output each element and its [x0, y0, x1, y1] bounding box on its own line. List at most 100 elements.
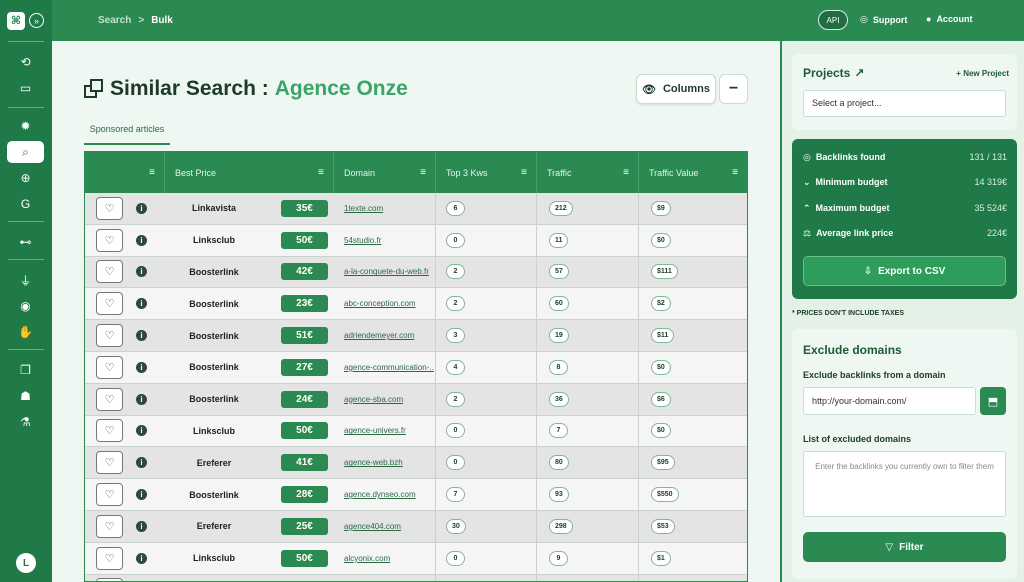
scale-icon: ⚖	[803, 228, 812, 238]
hand-coin-icon[interactable]: ✋	[7, 321, 44, 343]
traffic-pill: 80	[549, 455, 569, 471]
price-badge: 23€	[281, 295, 328, 313]
header-traffic[interactable]: Traffic ≡	[537, 152, 639, 193]
api-button[interactable]: API	[818, 10, 848, 30]
favorite-heart-icon[interactable]: ♡	[96, 228, 123, 252]
avatar[interactable]: L	[16, 553, 36, 573]
history-icon[interactable]: ⟲	[7, 51, 44, 73]
columns-button[interactable]: 👁 Columns	[636, 74, 716, 104]
tab-sponsored-articles[interactable]: Sponsored articles	[84, 121, 170, 145]
people-icon[interactable]: ☗	[7, 385, 44, 407]
domain-link[interactable]: a-la-conquete-du-web.fr	[344, 267, 434, 276]
excluded-domains-textarea[interactable]: Enter the backlinks you currently own to…	[803, 451, 1006, 517]
info-icon[interactable]: i	[136, 361, 147, 373]
favorite-heart-icon[interactable]: ♡	[96, 546, 123, 570]
new-project-button[interactable]: + New Project	[956, 69, 1009, 78]
google-icon[interactable]: G	[7, 193, 44, 215]
app-logo[interactable]: ⌘	[7, 11, 25, 30]
domain-input[interactable]: http://your-domain.com/	[803, 387, 976, 415]
header-top3-kws[interactable]: Top 3 Kws ≡	[436, 152, 537, 193]
support-link[interactable]: ◎ Support	[860, 14, 907, 25]
vendor-name: Boosterlink	[189, 394, 239, 405]
info-icon[interactable]: i	[136, 298, 147, 310]
favorite-heart-icon[interactable]: ♡	[96, 324, 123, 348]
info-icon[interactable]: i	[136, 457, 147, 469]
domain-link[interactable]: agence-communication-...	[344, 363, 434, 372]
search-icon[interactable]: ⌕	[7, 141, 44, 163]
account-link[interactable]: ● Account	[926, 14, 972, 24]
info-icon[interactable]: i	[136, 330, 147, 342]
header-domain[interactable]: Domain ≡	[334, 152, 436, 193]
gear-icon[interactable]: ✹	[7, 115, 44, 137]
info-icon[interactable]: i	[136, 425, 147, 437]
favorite-heart-icon[interactable]: ♡	[96, 419, 123, 443]
traffic-pill: 298	[549, 518, 573, 534]
add-domain-button[interactable]: ⬒	[980, 387, 1006, 415]
info-icon[interactable]: i	[136, 393, 147, 405]
breadcrumb-search[interactable]: Search	[98, 15, 131, 26]
domain-link[interactable]: agence-web.bzh	[344, 458, 434, 467]
kws-pill: 30	[446, 518, 466, 534]
favorite-heart-icon[interactable]: ♡	[96, 260, 123, 284]
favorite-heart-icon[interactable]: ♡	[96, 451, 123, 475]
favorite-heart-icon[interactable]: ♡	[96, 483, 123, 507]
info-icon[interactable]: i	[136, 552, 147, 564]
favorite-heart-icon[interactable]: ♡	[96, 355, 123, 379]
table-row: ♡	[85, 574, 747, 581]
flask-icon[interactable]: ⚗	[7, 411, 44, 433]
vendor-name: Ereferer	[196, 457, 232, 468]
chrome-icon[interactable]: ◉	[7, 295, 44, 317]
table-row: ♡ i Ereferer 25€ agence404.com 30 298 $53	[85, 510, 747, 543]
title-accent: Agence Onze	[274, 77, 408, 100]
export-csv-button[interactable]: ⇩ Export to CSV	[803, 256, 1006, 286]
plug-icon[interactable]: ⏚	[7, 269, 44, 291]
domain-link[interactable]: alcyonix.com	[344, 554, 434, 563]
favorite-heart-icon[interactable]: ♡	[96, 578, 123, 581]
exclude-title: Exclude domains	[803, 343, 902, 357]
divider	[8, 349, 44, 350]
domain-link[interactable]: 54studio.fr	[344, 236, 434, 245]
domain-link[interactable]: agence-sba.com	[344, 395, 434, 404]
info-icon[interactable]: i	[136, 489, 147, 501]
folder-icon[interactable]: ▭	[7, 77, 44, 99]
info-icon[interactable]: i	[136, 520, 147, 532]
favorite-heart-icon[interactable]: ♡	[96, 196, 123, 220]
favorite-heart-icon[interactable]: ♡	[96, 292, 123, 316]
domain-link[interactable]: agence.dynseo.com	[344, 490, 434, 499]
filter-icon[interactable]: ≡	[420, 167, 426, 178]
external-link-icon[interactable]: ↗	[854, 66, 864, 80]
inbox-icon: ⬒	[987, 395, 999, 408]
header-traffic-value[interactable]: Traffic Value ≡	[639, 152, 747, 193]
filter-icon[interactable]: ≡	[732, 167, 738, 178]
traffic-value-pill: $0	[651, 423, 671, 439]
binoculars-icon[interactable]: ⊷	[7, 231, 44, 253]
domain-link[interactable]: abc-conception.com	[344, 299, 434, 308]
filter-icon[interactable]: ≡	[623, 167, 629, 178]
traffic-value-pill: $6	[651, 391, 671, 407]
domain-link[interactable]: agence-univers.fr	[344, 426, 434, 435]
favorite-heart-icon[interactable]: ♡	[96, 514, 123, 538]
traffic-pill: 19	[549, 328, 569, 344]
project-select[interactable]: Select a project...	[803, 90, 1006, 117]
info-icon[interactable]: i	[136, 266, 147, 278]
copy-icon[interactable]: ❐	[7, 359, 44, 381]
crosshair-icon[interactable]: ⊕	[7, 167, 44, 189]
table-row: ♡ i Boosterlink 42€ a-la-conquete-du-web.fr 2…	[85, 256, 747, 289]
traffic-value-pill: $53	[651, 518, 675, 534]
collapse-button[interactable]: −	[719, 74, 748, 104]
filter-icon[interactable]: ≡	[149, 167, 155, 178]
info-icon[interactable]: i	[136, 234, 147, 246]
traffic-value-pill: $550	[651, 487, 679, 503]
filter-icon[interactable]: ≡	[318, 167, 324, 178]
filter-button[interactable]: ▽ Filter	[803, 532, 1006, 562]
filter-icon[interactable]: ≡	[521, 167, 527, 178]
favorite-heart-icon[interactable]: ♡	[96, 387, 123, 411]
domain-link[interactable]: 1texte.com	[344, 204, 434, 213]
kws-pill: 3	[446, 328, 465, 344]
domain-link[interactable]: agence404.com	[344, 522, 434, 531]
domain-link[interactable]: adriendemeyer.com	[344, 331, 434, 340]
vendor-name: Boosterlink	[189, 298, 239, 309]
header-best-price[interactable]: Best Price ≡	[165, 152, 334, 193]
info-icon[interactable]: i	[136, 202, 147, 214]
expand-sidebar-icon[interactable]: »	[29, 13, 44, 28]
